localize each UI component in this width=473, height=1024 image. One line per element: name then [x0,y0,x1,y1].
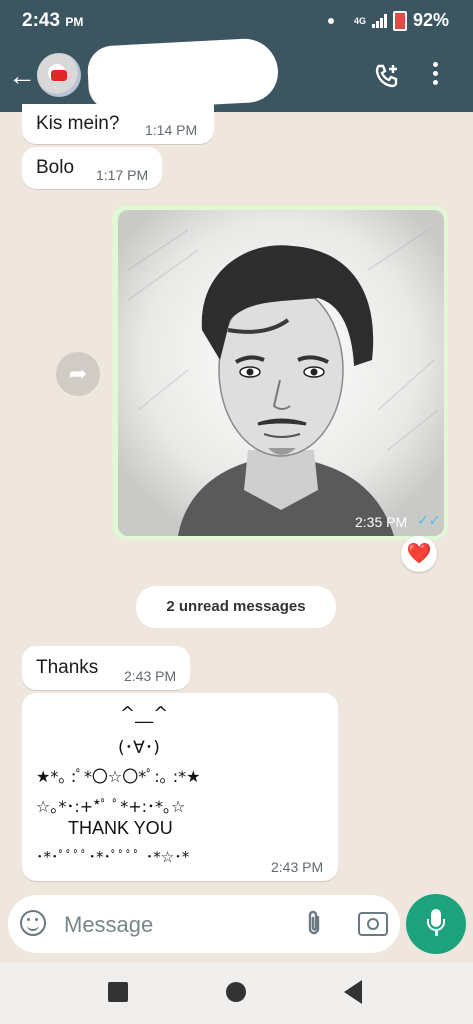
youtube-logo-icon [51,70,67,81]
chat-header: 2:43 PM 4G 92% ← [0,0,473,112]
forward-button[interactable]: ➦ [56,352,100,396]
recents-button[interactable] [108,982,128,1002]
status-indicators: 4G 92% [327,10,449,31]
attach-icon[interactable] [304,909,324,944]
message-input[interactable] [62,905,276,945]
battery-level: 92% [412,10,449,30]
network-type: 4G [353,15,366,26]
back-arrow-icon[interactable]: ← [8,60,36,92]
message-time: 2:43 PM [124,668,177,684]
heart-reaction-icon[interactable]: ❤️ [401,536,437,572]
camera-icon[interactable] [358,912,388,936]
art-line: ^__^ [120,703,169,724]
notification-dot-icon [327,17,334,24]
mic-icon-stem [435,930,438,936]
more-vertical-icon[interactable] [433,62,438,85]
art-line: (･∀･) [118,738,160,758]
message-time: 1:14 PM [145,122,198,138]
redacted-contact-name[interactable] [86,37,280,111]
contact-avatar[interactable] [37,53,81,97]
art-line: THANK YOU [68,818,173,838]
message-text: Thanks [36,657,99,678]
mic-button[interactable] [406,894,466,954]
image-time: 2:35 PM [355,514,408,530]
clock: 2:43 [22,10,61,31]
art-line: ･*･ﾟﾟﾟﾟ･*･ﾟﾟﾟﾟ ･*☆･* [36,848,190,866]
composer-bar [8,895,400,953]
clock-ampm: PM [65,15,84,29]
home-button[interactable] [226,982,246,1002]
art-line: ☆｡*･:+*ﾟ ﾟ*+:･*｡☆ [36,797,186,816]
portrait-sketch-image[interactable] [118,210,444,536]
message-text: Bolo [36,157,75,178]
back-button[interactable] [344,980,362,1004]
status-time: 2:43 PM [22,10,83,32]
message-time: 2:43 PM [271,859,324,875]
read-receipt-icon: ✓✓ [417,512,441,528]
emoji-icon[interactable] [20,910,46,936]
message-time: 1:17 PM [96,167,149,183]
unread-divider: 2 unread messages [136,586,336,628]
signal-icon [371,13,387,28]
add-call-icon[interactable] [373,62,401,97]
message-text: Kis mein? [36,113,120,134]
art-line: ★*｡ :ﾟ*〇☆〇*ﾟ:｡ :*★ [36,767,201,786]
battery-icon [392,10,407,31]
